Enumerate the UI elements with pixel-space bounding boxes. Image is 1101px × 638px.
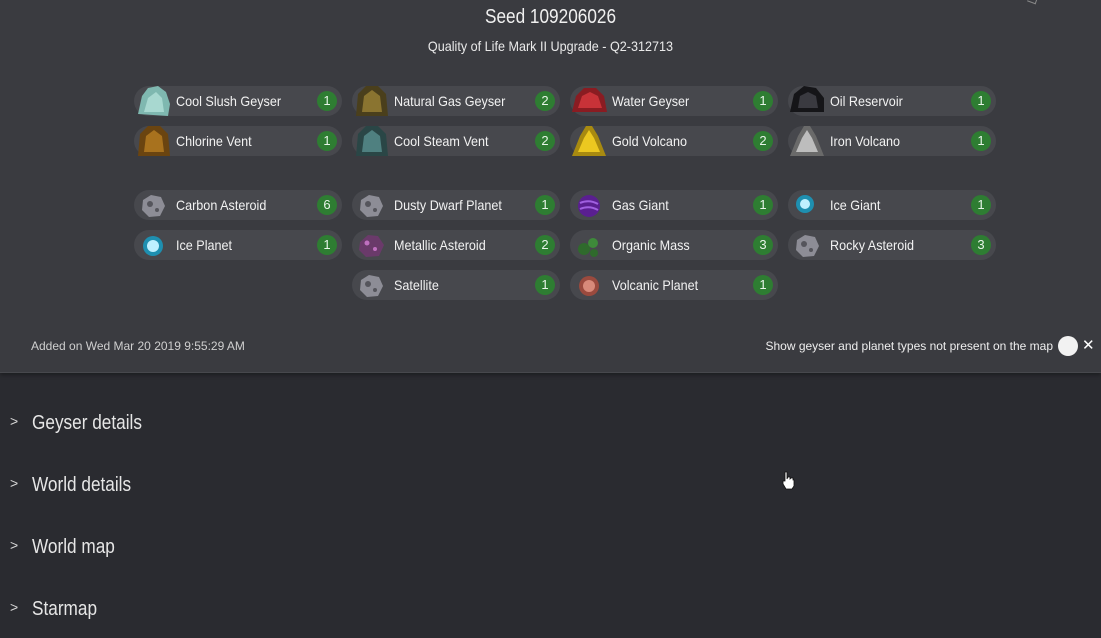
planet-chip-organic-mass[interactable]: Organic Mass 3 (570, 230, 778, 260)
section-title: World map (32, 536, 115, 558)
chip-label: Gold Volcano (612, 133, 687, 149)
chevron-right-icon: > (10, 475, 19, 491)
ice-planet-icon (143, 236, 163, 256)
count-badge: 1 (971, 91, 991, 111)
planet-chip-satellite[interactable]: Satellite 1 (352, 270, 560, 300)
section-world-map[interactable]: > World map (0, 530, 1101, 570)
count-badge: 2 (535, 235, 555, 255)
natural-gas-geyser-icon (356, 86, 388, 116)
count-badge: 1 (317, 91, 337, 111)
chevron-right-icon: > (10, 413, 19, 429)
count-badge: 3 (753, 235, 773, 255)
chip-label: Volcanic Planet (612, 277, 699, 293)
count-badge: 1 (753, 275, 773, 295)
geyser-chip-gold-volcano[interactable]: Gold Volcano 2 (570, 126, 778, 156)
metallic-asteroid-icon (359, 235, 384, 257)
count-badge: 1 (753, 195, 773, 215)
corner-mark-icon (1027, 0, 1038, 5)
count-badge: 1 (971, 131, 991, 151)
planet-chip-metallic-asteroid[interactable]: Metallic Asteroid 2 (352, 230, 560, 260)
show-missing-types-toggle[interactable] (1058, 336, 1078, 356)
count-badge: 1 (535, 195, 555, 215)
geyser-chip-iron-volcano[interactable]: Iron Volcano 1 (788, 126, 996, 156)
chip-label: Cool Steam Vent (394, 133, 489, 149)
planet-chip-ice-planet[interactable]: Ice Planet 1 (134, 230, 342, 260)
close-icon[interactable]: ✕ (1082, 336, 1095, 356)
count-badge: 1 (317, 131, 337, 151)
cool-slush-geyser-icon (138, 86, 170, 116)
count-badge: 2 (535, 91, 555, 111)
count-badge: 1 (971, 195, 991, 215)
count-badge: 2 (535, 131, 555, 151)
rocky-asteroid-icon (796, 235, 819, 257)
chevron-right-icon: > (10, 537, 19, 553)
geyser-chip-natural-gas[interactable]: Natural Gas Geyser 2 (352, 86, 560, 116)
planet-chip-carbon-asteroid[interactable]: Carbon Asteroid 6 (134, 190, 342, 220)
chip-label: Carbon Asteroid (176, 197, 267, 213)
added-on-timestamp: Added on Wed Mar 20 2019 9:55:29 AM (31, 339, 245, 353)
section-starmap[interactable]: > Starmap (0, 592, 1101, 632)
chip-label: Water Geyser (612, 93, 690, 109)
planet-chip-volcanic-planet[interactable]: Volcanic Planet 1 (570, 270, 778, 300)
chlorine-vent-icon (138, 126, 170, 156)
chip-label: Cool Slush Geyser (176, 93, 282, 109)
chip-label: Dusty Dwarf Planet (394, 197, 502, 213)
geyser-chip-oil-reservoir[interactable]: Oil Reservoir 1 (788, 86, 996, 116)
geyser-chip-chlorine-vent[interactable]: Chlorine Vent 1 (134, 126, 342, 156)
chip-label: Iron Volcano (830, 133, 901, 149)
geyser-chip-water[interactable]: Water Geyser 1 (570, 86, 778, 116)
chip-label: Chlorine Vent (176, 133, 252, 149)
seed-subtitle: Quality of Life Mark II Upgrade - Q2-312… (427, 38, 674, 54)
geyser-chip-cool-steam-vent[interactable]: Cool Steam Vent 2 (352, 126, 560, 156)
show-missing-types-label: Show geyser and planet types not present… (765, 339, 1053, 353)
chip-label: Ice Giant (830, 197, 881, 213)
cool-steam-vent-icon (356, 126, 388, 156)
chip-label: Rocky Asteroid (830, 237, 915, 253)
planet-chip-ice-giant[interactable]: Ice Giant 1 (788, 190, 996, 220)
count-badge: 3 (971, 235, 991, 255)
section-title: Geyser details (32, 412, 142, 434)
satellite-icon (360, 275, 383, 297)
planet-chip-rocky-asteroid[interactable]: Rocky Asteroid 3 (788, 230, 996, 260)
gas-giant-icon (578, 195, 600, 217)
iron-volcano-icon (790, 126, 824, 156)
oil-reservoir-icon (790, 86, 824, 112)
organic-mass-icon (578, 238, 598, 257)
chip-label: Oil Reservoir (830, 93, 903, 109)
chip-label: Organic Mass (612, 237, 690, 253)
count-badge: 1 (317, 235, 337, 255)
count-badge: 1 (753, 91, 773, 111)
section-world-details[interactable]: > World details (0, 468, 1101, 508)
dusty-dwarf-planet-icon (360, 195, 383, 217)
gold-volcano-icon (572, 126, 606, 156)
seed-summary-panel: Seed 109206026 Quality of Life Mark II U… (0, 0, 1101, 373)
seed-title: Seed 109206026 (484, 6, 617, 28)
section-title: World details (32, 474, 132, 496)
planet-chip-dusty-dwarf[interactable]: Dusty Dwarf Planet 1 (352, 190, 560, 220)
water-geyser-icon (572, 88, 607, 112)
count-badge: 1 (535, 275, 555, 295)
chip-label: Satellite (394, 277, 439, 293)
count-badge: 6 (317, 195, 337, 215)
geyser-chip-cool-slush[interactable]: Cool Slush Geyser 1 (134, 86, 342, 116)
count-badge: 2 (753, 131, 773, 151)
carbon-asteroid-icon (142, 195, 165, 217)
section-geyser-details[interactable]: > Geyser details (0, 406, 1101, 446)
ice-giant-icon (796, 195, 814, 213)
section-title: Starmap (32, 598, 98, 620)
chip-label: Gas Giant (612, 197, 669, 213)
hand-cursor-icon (782, 471, 795, 490)
chip-label: Ice Planet (176, 237, 233, 253)
chip-label: Metallic Asteroid (394, 237, 486, 253)
chevron-right-icon: > (10, 599, 19, 615)
volcanic-planet-icon (579, 276, 599, 296)
chip-label: Natural Gas Geyser (394, 93, 506, 109)
planet-chip-gas-giant[interactable]: Gas Giant 1 (570, 190, 778, 220)
